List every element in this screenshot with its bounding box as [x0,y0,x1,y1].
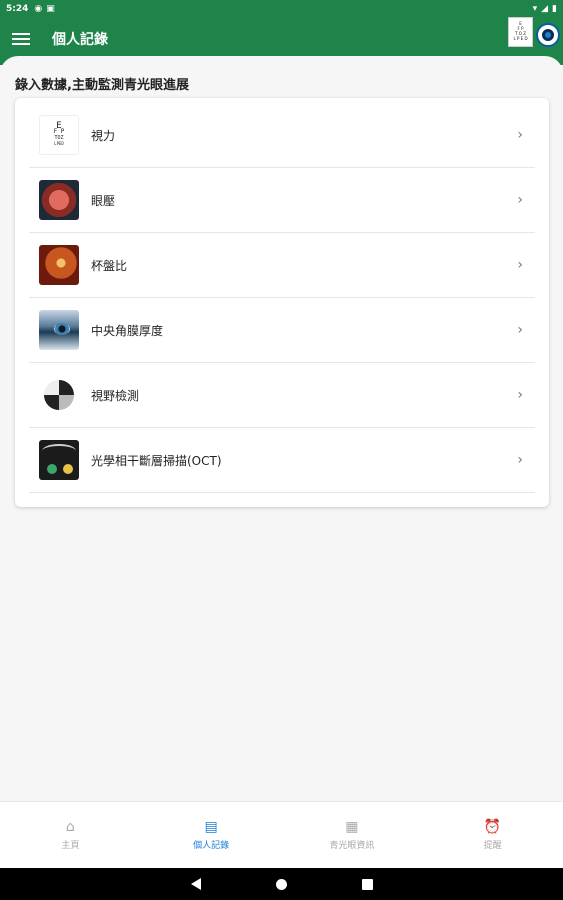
wifi-icon: ▾ [532,3,538,14]
nav-glaucoma-info[interactable]: ▦ 青光眼資訊 [282,802,423,868]
chevron-right-icon: › [517,452,523,468]
eye-closeup-icon [39,310,79,350]
chevron-right-icon: › [517,127,523,143]
chevron-right-icon: › [517,257,523,273]
eye-logo-icon[interactable] [536,23,560,47]
chevron-right-icon: › [517,387,523,403]
chevron-right-icon: › [517,322,523,338]
page-title: 個人記錄 [52,32,108,48]
record-row-oct[interactable]: 光學相干斷層掃描(OCT) › [29,428,535,493]
calendar-edit-icon: ▤ [204,819,218,835]
status-bar: 5:24 ◉ ▣ ▾ ◢ ▮ [0,0,563,17]
eye-chart-icon: EF P TOZ LPED [39,115,79,155]
bottom-navigation: ⌂ 主頁 ▤ 個人記錄 ▦ 青光眼資訊 ⏰ 提醒 [0,801,563,868]
nav-reminders[interactable]: ⏰ 提醒 [422,802,563,868]
status-time: 5:24 [6,3,29,14]
sim-icon: ▣ [46,3,55,14]
record-row-cup-disc[interactable]: 杯盤比 › [29,233,535,298]
signal-icon: ◢ [541,3,549,14]
eye-chart-icon: EF PT O ZL P E D [508,17,533,47]
oct-scan-icon [39,440,79,480]
battery-icon: ▮ [552,3,557,14]
nav-label: 青光眼資訊 [329,841,375,851]
system-navigation-bar [0,868,563,900]
record-row-visual-field[interactable]: 視野檢測 › [29,363,535,428]
nav-label: 主頁 [61,841,80,851]
record-row-cct[interactable]: 中央角膜厚度 › [29,298,535,363]
record-row-visual-acuity[interactable]: EF P TOZ LPED 視力 › [29,103,535,168]
record-label: 視野檢測 [91,388,140,403]
eye-cross-section-icon [39,180,79,220]
chevron-right-icon: › [517,192,523,208]
nav-label: 個人記錄 [193,841,230,851]
home-icon: ⌂ [65,819,75,835]
nav-personal-records[interactable]: ▤ 個人記錄 [141,802,282,868]
record-label: 杯盤比 [91,258,128,273]
menu-icon[interactable] [12,30,30,48]
record-label: 眼壓 [91,193,116,208]
home-button-icon[interactable] [275,878,287,890]
nav-home[interactable]: ⌂ 主頁 [0,802,141,868]
section-heading: 錄入數據,主動監測青光眼進展 [15,78,189,93]
records-card: EF P TOZ LPED 視力 › 眼壓 › 杯盤比 › 中央角膜厚度 › 視野檢… [15,98,549,507]
record-label: 光學相干斷層掃描(OCT) [91,453,222,468]
notification-icon: ◉ [34,3,43,14]
recents-icon[interactable] [361,878,373,890]
document-icon: ▦ [345,819,359,835]
nav-label: 提醒 [483,841,502,851]
main-content: 錄入數據,主動監測青光眼進展 EF P TOZ LPED 視力 › 眼壓 › 杯盤比… [0,56,563,801]
record-label: 視力 [91,128,116,143]
visual-field-icon [39,375,79,415]
record-label: 中央角膜厚度 [91,323,164,338]
alarm-icon: ⏰ [483,819,502,835]
back-icon[interactable] [190,878,201,890]
record-row-iop[interactable]: 眼壓 › [29,168,535,233]
optic-disc-icon [39,245,79,285]
